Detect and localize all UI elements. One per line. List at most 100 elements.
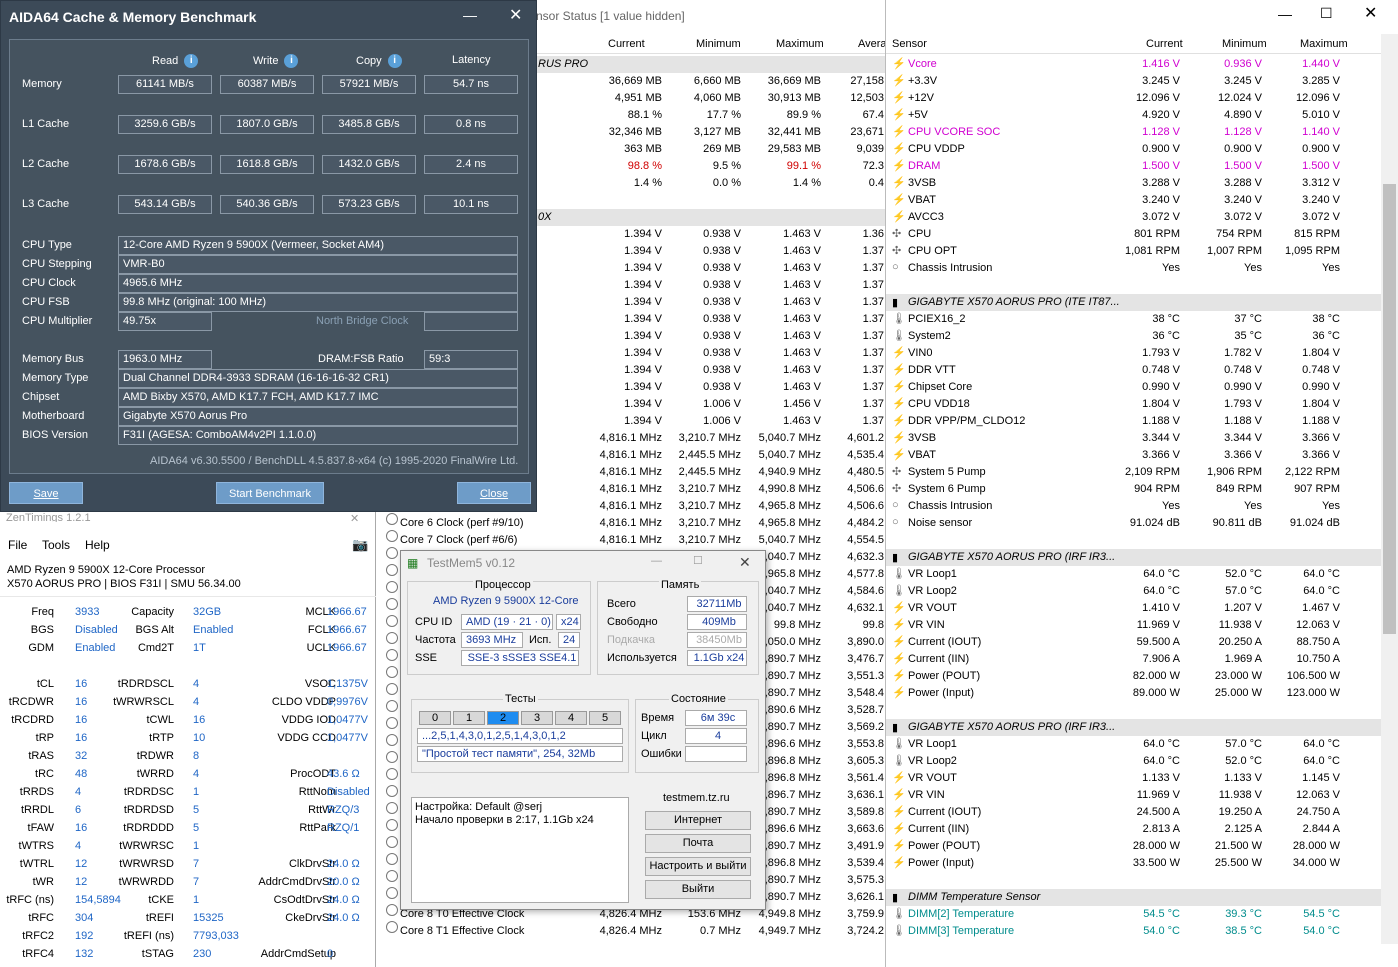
start-benchmark-button[interactable]: Start Benchmark bbox=[216, 482, 324, 504]
timing-value[interactable]: 32 bbox=[75, 750, 87, 762]
timing-value[interactable]: 3933 bbox=[75, 606, 99, 618]
timing-value[interactable]: 16 bbox=[75, 822, 87, 834]
timing-value[interactable]: 12 bbox=[75, 858, 87, 870]
sensor-row[interactable]: ⚡ CPU VDDP 0.900 V 0.900 V 0.900 V bbox=[886, 141, 1381, 158]
timing-value[interactable]: 20.0 Ω bbox=[327, 876, 360, 888]
test-cell-3[interactable]: 3 bbox=[521, 711, 553, 725]
timing-value[interactable]: 16 bbox=[193, 714, 205, 726]
sensor-row[interactable]: ⚡ VBAT 3.366 V 3.366 V 3.366 V bbox=[886, 447, 1381, 464]
timing-value[interactable]: 1966.67 bbox=[327, 642, 367, 654]
sensor-row[interactable]: 🌡 PCIEX16_2 38 °C 37 °C 38 °C bbox=[886, 311, 1381, 328]
timing-value[interactable]: 12 bbox=[75, 876, 87, 888]
sensor-row[interactable]: ○ Noise sensor 91.024 dB 90.811 dB 91.024 dB bbox=[886, 515, 1381, 532]
timing-value[interactable]: 10 bbox=[193, 732, 205, 744]
sensor-row[interactable]: 🌡 System2 36 °C 35 °C 36 °C bbox=[886, 328, 1381, 345]
timing-value[interactable]: Enabled bbox=[75, 642, 115, 654]
internet-button[interactable]: Интернет bbox=[645, 811, 751, 830]
timing-value[interactable]: 8 bbox=[193, 750, 199, 762]
sensor-row[interactable]: ⚡ Vcore 1.416 V 0.936 V 1.440 V bbox=[886, 56, 1381, 73]
timing-value[interactable]: 16 bbox=[75, 732, 87, 744]
timing-value[interactable]: 24.0 Ω bbox=[327, 894, 360, 906]
sensor-row[interactable]: 🌡 VR Loop2 64.0 °C 52.0 °C 64.0 °C bbox=[886, 753, 1381, 770]
sensor-row[interactable]: ⚡ Power (Input) 33.500 W 25.500 W 34.000 W bbox=[886, 855, 1381, 872]
sensor-row[interactable]: ⚡ VR VIN 11.969 V 11.938 V 12.063 V bbox=[886, 617, 1381, 634]
sensor-row[interactable]: ⚡ VR VOUT 1.133 V 1.133 V 1.145 V bbox=[886, 770, 1381, 787]
timing-value[interactable]: 154,5894 bbox=[75, 894, 121, 906]
sensor-row[interactable]: ✣ System 5 Pump 2,109 RPM 1,906 RPM 2,122 RP… bbox=[886, 464, 1381, 481]
sensor-row[interactable]: ⚡ Current (IOUT) 24.500 A 19.250 A 24.750 A bbox=[886, 804, 1381, 821]
timing-value[interactable]: RZQ/1 bbox=[327, 822, 359, 834]
timing-value[interactable]: 0 bbox=[327, 948, 333, 960]
sensor-row[interactable]: ⚡ DDR VPP/PM_CLDO12 1.188 V 1.188 V 1.188 V bbox=[886, 413, 1381, 430]
timing-value[interactable]: Enabled bbox=[193, 624, 233, 636]
col-sensor[interactable]: Sensor bbox=[892, 38, 927, 50]
sensor-row[interactable]: ⚡ +5V 4.920 V 4.890 V 5.010 V bbox=[886, 107, 1381, 124]
sensor-row[interactable]: 🌡 VR Loop1 64.0 °C 52.0 °C 64.0 °C bbox=[886, 566, 1381, 583]
timing-value[interactable]: 7 bbox=[193, 858, 199, 870]
sensor-row[interactable]: ▮ DIMM Temperature Sensor bbox=[886, 889, 1381, 906]
test-cell-0[interactable]: 0 bbox=[419, 711, 451, 725]
sensor-row[interactable]: ✣ System 6 Pump 904 RPM 849 RPM 907 RPM bbox=[886, 481, 1381, 498]
timing-value[interactable]: 0,9976V bbox=[327, 696, 368, 708]
sensor-row[interactable]: ⚡ Current (IIN) 2.813 A 2.125 A 2.844 A bbox=[886, 821, 1381, 838]
menu-help[interactable]: Help bbox=[85, 538, 110, 552]
maximize-icon[interactable]: ☐ bbox=[1320, 5, 1333, 22]
test-cell-4[interactable]: 4 bbox=[555, 711, 587, 725]
timing-value[interactable]: 24.0 Ω bbox=[327, 858, 360, 870]
timing-value[interactable]: 4 bbox=[75, 840, 81, 852]
minimize-icon[interactable]: — bbox=[463, 7, 477, 23]
sensor-row[interactable]: ✣ CPU OPT 1,081 RPM 1,007 RPM 1,095 RPM bbox=[886, 243, 1381, 260]
save-button[interactable]: Save bbox=[9, 482, 83, 504]
timing-value[interactable]: 1,1375V bbox=[327, 678, 368, 690]
timing-value[interactable]: 4 bbox=[193, 696, 199, 708]
log-box[interactable]: Настройка: Default @serj Начало проверки… bbox=[411, 797, 629, 903]
timing-value[interactable]: 24.0 Ω bbox=[327, 912, 360, 924]
sensor-row[interactable]: ⚡ DRAM 1.500 V 1.500 V 1.500 V bbox=[886, 158, 1381, 175]
sensor-row[interactable]: 🌡 VR Loop1 64.0 °C 57.0 °C 64.0 °C bbox=[886, 736, 1381, 753]
sensor-row[interactable]: ▮ GIGABYTE X570 AORUS PRO (ITE IT87... bbox=[886, 294, 1381, 311]
sensor-row[interactable]: ✣ CPU 801 RPM 754 RPM 815 RPM bbox=[886, 226, 1381, 243]
timing-value[interactable]: 1 bbox=[193, 840, 199, 852]
close-icon[interactable]: ✕ bbox=[350, 512, 359, 525]
timing-value[interactable]: 230 bbox=[193, 948, 211, 960]
timing-value[interactable]: 32GB bbox=[193, 606, 221, 618]
timing-value[interactable]: 6 bbox=[75, 804, 81, 816]
col-current[interactable]: Current bbox=[608, 38, 645, 50]
configure-exit-button[interactable]: Настроить и выйти bbox=[645, 857, 751, 876]
column-header[interactable]: Sensor Current Minimum Maximum bbox=[886, 34, 1381, 54]
sensor-row[interactable]: ○ Chassis Intrusion Yes Yes Yes bbox=[886, 260, 1381, 277]
scroll-thumb[interactable] bbox=[1383, 184, 1396, 634]
minimize-icon[interactable]: — bbox=[651, 555, 662, 567]
maximize-icon[interactable]: ☐ bbox=[693, 554, 703, 567]
timing-value[interactable]: 7 bbox=[193, 876, 199, 888]
test-cell-1[interactable]: 1 bbox=[453, 711, 485, 725]
camera-icon[interactable]: 📷 bbox=[352, 537, 368, 553]
close-icon[interactable]: ✕ bbox=[509, 5, 522, 25]
timing-value[interactable]: 15325 bbox=[193, 912, 224, 924]
timing-value[interactable]: 4 bbox=[193, 768, 199, 780]
sensor-row[interactable]: Core 8 T1 Effective Clock 4,826.4 MHz 0.7 … bbox=[378, 923, 885, 940]
sensor-row[interactable]: ⚡ Power (POUT) 82.000 W 23.000 W 106.500 W bbox=[886, 668, 1381, 685]
timing-value[interactable]: 5 bbox=[193, 804, 199, 816]
timing-value[interactable]: 5 bbox=[193, 822, 199, 834]
timing-value[interactable]: 132 bbox=[75, 948, 93, 960]
sensor-row[interactable]: Core 7 Clock (perf #6/6) 4,816.1 MHz 3,210… bbox=[378, 532, 885, 549]
timing-value[interactable]: 1,0477V bbox=[327, 714, 368, 726]
menu-tools[interactable]: Tools bbox=[42, 538, 70, 552]
sensor-row[interactable]: 🌡 DIMM[2] Temperature 54.5 °C 39.3 °C 54.5 °… bbox=[886, 906, 1381, 923]
timing-value[interactable]: Disabled bbox=[75, 624, 118, 636]
close-icon[interactable]: ✕ bbox=[739, 554, 751, 571]
sensor-row[interactable]: ⚡ VR VOUT 1.410 V 1.207 V 1.467 V bbox=[886, 600, 1381, 617]
timing-value[interactable]: 192 bbox=[75, 930, 93, 942]
timing-value[interactable]: 1,0477V bbox=[327, 732, 368, 744]
timing-value[interactable]: 16 bbox=[75, 714, 87, 726]
sensor-row[interactable]: ⚡ CPU VDD18 1.804 V 1.793 V 1.804 V bbox=[886, 396, 1381, 413]
minimize-icon[interactable]: — bbox=[1278, 6, 1292, 22]
sensor-row[interactable]: ○ Chassis Intrusion Yes Yes Yes bbox=[886, 498, 1381, 515]
timing-value[interactable]: 4 bbox=[75, 786, 81, 798]
sensor-row[interactable]: Core 6 Clock (perf #9/10) 4,816.1 MHz 3,21… bbox=[378, 515, 885, 532]
sensor-row[interactable]: ⚡ AVCC3 3.072 V 3.072 V 3.072 V bbox=[886, 209, 1381, 226]
timing-value[interactable]: 1966.67 bbox=[327, 624, 367, 636]
timing-value[interactable]: 43.6 Ω bbox=[327, 768, 360, 780]
sensor-row[interactable]: ⚡ VR VIN 11.969 V 11.938 V 12.063 V bbox=[886, 787, 1381, 804]
